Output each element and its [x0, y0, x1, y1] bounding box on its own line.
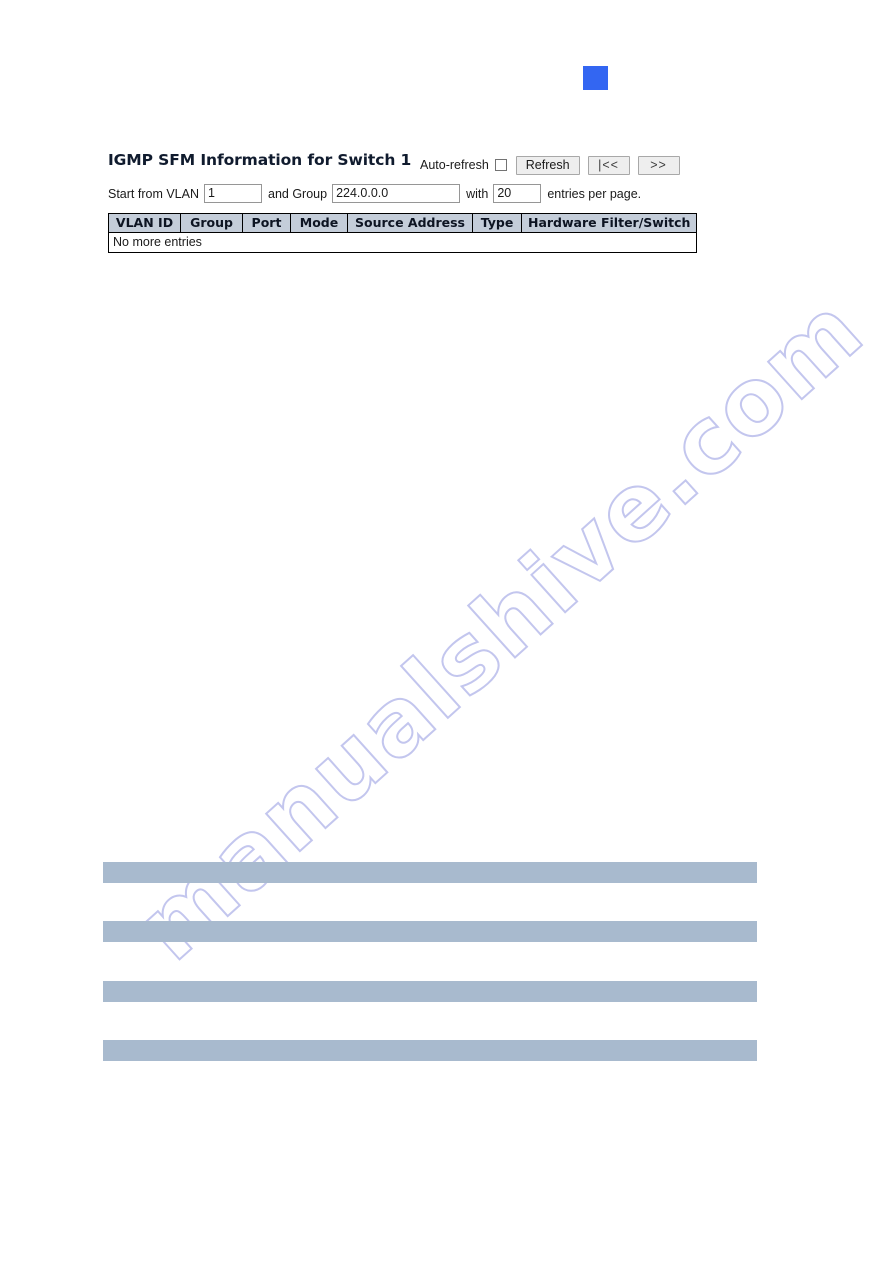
filter-row: Start from VLAN 1 and Group 224.0.0.0 wi… [108, 183, 646, 204]
group-input[interactable]: 224.0.0.0 [332, 184, 461, 203]
column-header-source-address: Source Address [347, 213, 473, 233]
table-header-row: VLAN ID Group Port Mode Source Address T… [108, 213, 697, 233]
next-page-button[interactable]: >> [637, 155, 680, 175]
content-placeholder-bar [103, 862, 757, 883]
column-header-group: Group [180, 213, 243, 233]
with-label: with [466, 186, 489, 201]
table-row-empty: No more entries [109, 233, 697, 253]
content-placeholder-bar [103, 1040, 757, 1061]
column-header-vlan-id: VLAN ID [108, 213, 181, 233]
entries-per-page-label: entries per page. [547, 186, 642, 201]
no-more-entries-message: No more entries [113, 235, 202, 249]
column-header-type: Type [472, 213, 522, 233]
toolbar: Auto-refresh Refresh |<< >> [420, 155, 680, 175]
content-placeholder-bar [103, 921, 757, 942]
refresh-button[interactable]: Refresh [515, 155, 580, 175]
first-page-button[interactable]: |<< [587, 155, 630, 175]
start-from-vlan-label: Start from VLAN [108, 186, 199, 201]
column-header-mode: Mode [290, 213, 348, 233]
column-header-hardware-filter: Hardware Filter/Switch [520, 213, 697, 233]
column-header-port: Port [242, 213, 291, 233]
and-group-label: and Group [268, 186, 328, 201]
vlan-input[interactable]: 1 [204, 184, 262, 203]
blue-square-marker [583, 66, 608, 90]
page-title: IGMP SFM Information for Switch 1 [108, 151, 412, 169]
content-placeholder-bar [103, 981, 757, 1002]
auto-refresh-label: Auto-refresh [420, 158, 489, 172]
entries-per-page-input[interactable]: 20 [493, 184, 542, 203]
igmp-sfm-table: VLAN ID Group Port Mode Source Address T… [108, 213, 698, 253]
page-content: IGMP SFM Information for Switch 1 Auto-r… [0, 0, 893, 1263]
auto-refresh-checkbox[interactable] [494, 159, 507, 171]
